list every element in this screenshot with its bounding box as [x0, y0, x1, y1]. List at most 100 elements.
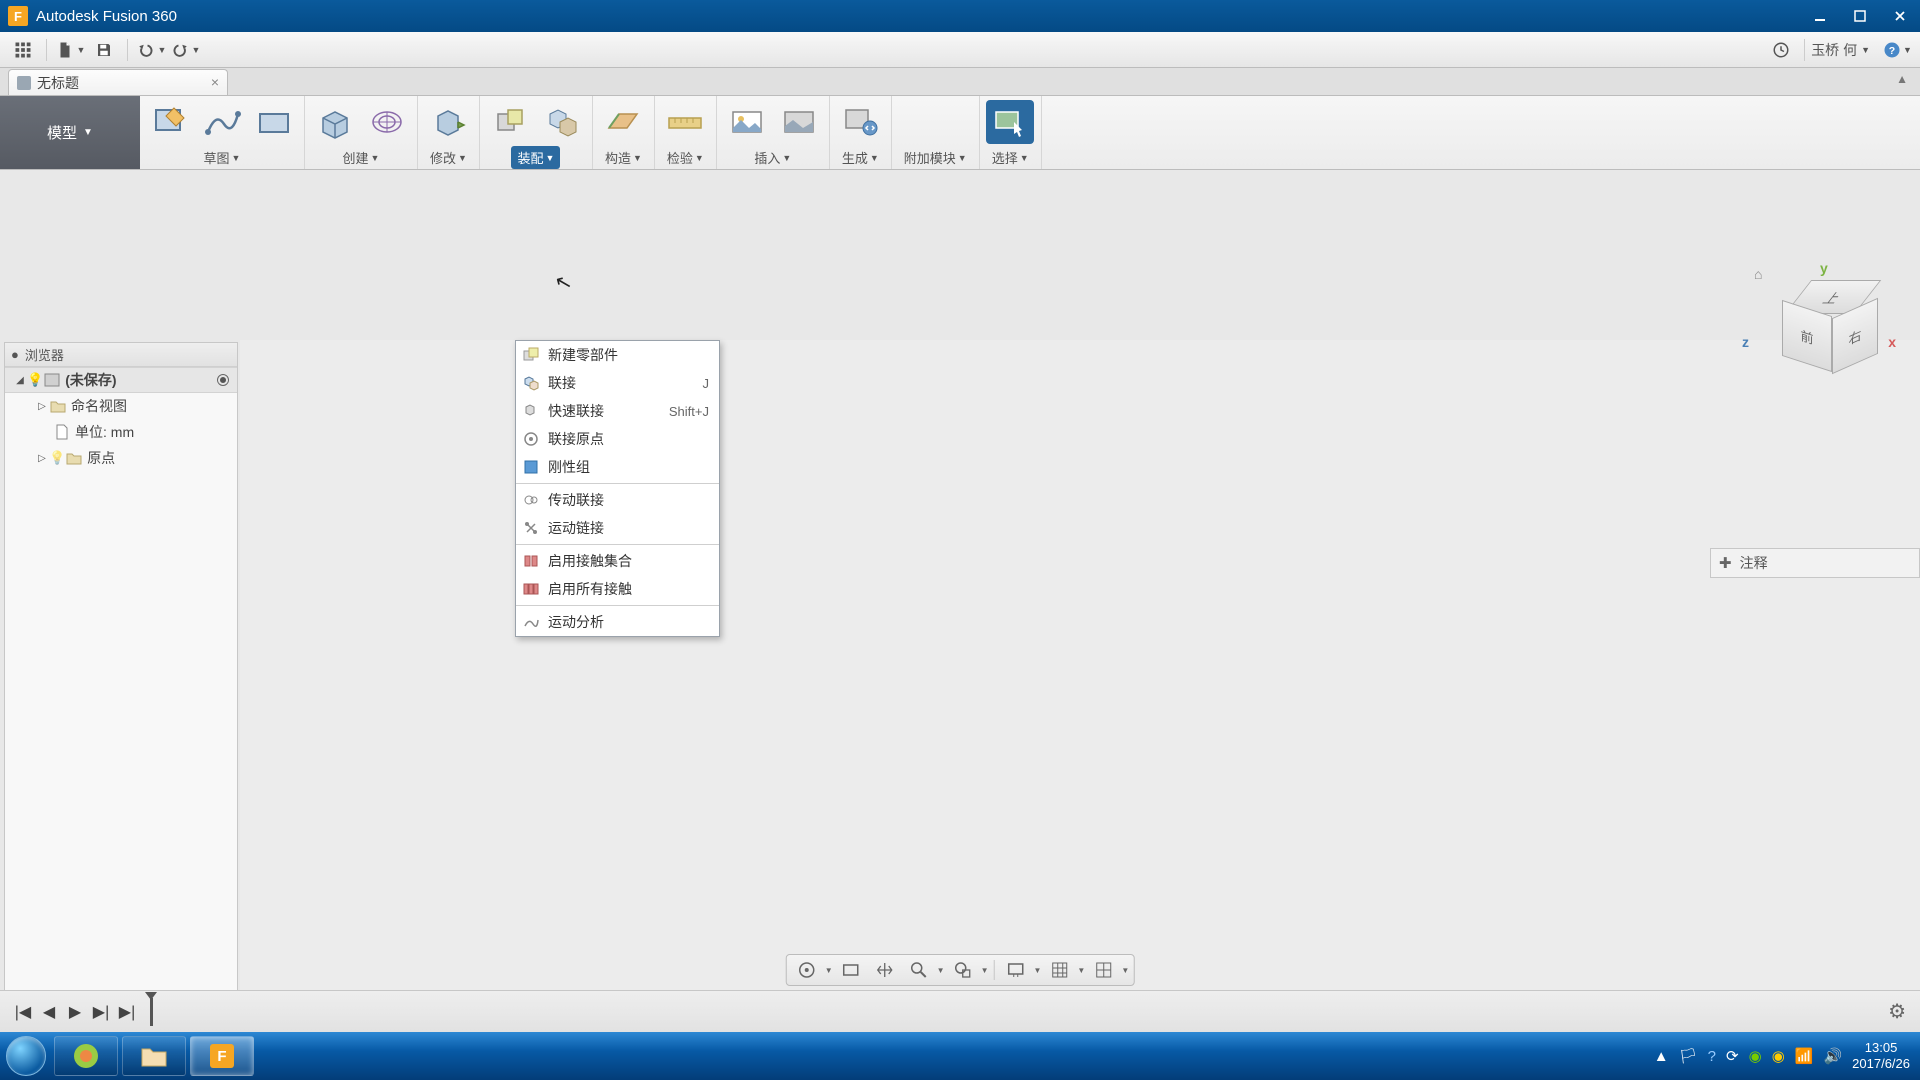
timeline-play-button[interactable]: ▶ — [62, 999, 88, 1025]
viewport-canvas[interactable] — [240, 340, 1920, 990]
tray-sync-icon[interactable]: ⟳ — [1726, 1047, 1739, 1065]
menu-item-joint-origin[interactable]: 联接原点 — [516, 425, 719, 453]
tray-action-center[interactable]: 🏳 — [1679, 1047, 1698, 1065]
tree-caret-icon[interactable]: ◢ — [13, 375, 27, 386]
zoom-button[interactable] — [903, 957, 935, 983]
browser-panel-header[interactable]: ● 浏览器 — [5, 343, 237, 367]
view-home-icon[interactable]: ⌂ — [1754, 266, 1762, 282]
3d-print-icon[interactable] — [836, 100, 884, 144]
fit-button[interactable] — [947, 957, 979, 983]
ribbon-label-inspect[interactable]: 检验▼ — [661, 146, 710, 169]
menu-item-contact-sets[interactable]: 启用接触集合 — [516, 547, 719, 575]
taskbar-explorer[interactable] — [122, 1036, 186, 1076]
sketch-rect-icon[interactable] — [250, 100, 298, 144]
measure-icon[interactable] — [661, 100, 709, 144]
revolve-icon[interactable] — [363, 100, 411, 144]
press-pull-icon[interactable] — [424, 100, 472, 144]
bulb-icon[interactable]: 💡 — [49, 450, 65, 466]
ribbon-label-create[interactable]: 创建▼ — [337, 146, 386, 169]
ribbon-label-insert[interactable]: 插入▼ — [748, 146, 797, 169]
menu-item-all-contact[interactable]: 启用所有接触 — [516, 575, 719, 603]
browser-row-units[interactable]: 单位: mm — [5, 419, 237, 445]
menu-item-new-component[interactable]: 新建零部件 — [516, 341, 719, 369]
tray-help-icon[interactable]: ? — [1708, 1048, 1716, 1065]
tray-network-icon[interactable]: 📶 — [1795, 1047, 1814, 1065]
job-status-button[interactable] — [1764, 36, 1798, 64]
tree-caret-icon[interactable]: ▷ — [35, 453, 49, 464]
add-comment-icon[interactable]: ✚ — [1719, 554, 1732, 572]
start-button[interactable] — [0, 1032, 52, 1080]
menu-item-drive-joint[interactable]: 传动联接 — [516, 486, 719, 514]
file-menu-button[interactable]: ▼ — [53, 36, 87, 64]
sketch-create-icon[interactable] — [146, 100, 194, 144]
extrude-icon[interactable] — [311, 100, 359, 144]
timeline-marker[interactable] — [150, 998, 153, 1026]
tree-caret-icon[interactable]: ▷ — [35, 401, 49, 412]
taskbar-fusion360[interactable]: F — [190, 1036, 254, 1076]
user-name-label[interactable]: 玉桥 何 — [1811, 40, 1857, 60]
document-tab[interactable]: 无标题 × — [8, 69, 228, 95]
new-component-icon[interactable] — [486, 100, 534, 144]
apps-grid-button[interactable] — [6, 36, 40, 64]
maximize-button[interactable] — [1840, 2, 1880, 30]
ribbon-label-sketch[interactable]: 草图▼ — [198, 146, 247, 169]
close-tab-button[interactable]: × — [211, 74, 219, 90]
timeline-prev-button[interactable]: ◀ — [36, 999, 62, 1025]
taskbar-app-1[interactable] — [54, 1036, 118, 1076]
menu-item-rigid-group[interactable]: 刚性组 — [516, 453, 719, 481]
separator — [46, 39, 47, 61]
pan-button[interactable] — [869, 957, 901, 983]
browser-row-origin[interactable]: ▷ 💡 原点 — [5, 445, 237, 471]
ribbon-label-select[interactable]: 选择▼ — [986, 146, 1035, 169]
help-button[interactable]: ? ▼ — [1880, 36, 1914, 64]
grid-button[interactable] — [1043, 957, 1075, 983]
viewport-layout-button[interactable] — [1087, 957, 1119, 983]
timeline-start-button[interactable]: |◀ — [10, 999, 36, 1025]
browser-row-views[interactable]: ▷ 命名视图 — [5, 393, 237, 419]
user-menu-caret[interactable]: ▼ — [1861, 45, 1870, 55]
folder-icon — [65, 450, 83, 466]
timeline-end-button[interactable]: ▶| — [114, 999, 140, 1025]
select-tool-icon[interactable] — [986, 100, 1034, 144]
ribbon-label-addins[interactable]: 附加模块▼ — [898, 146, 973, 169]
collapse-ribbon-button[interactable]: ▲ — [1896, 72, 1908, 86]
insert-image-icon[interactable] — [775, 100, 823, 144]
menu-item-as-built-joint[interactable]: 快速联接 Shift+J — [516, 397, 719, 425]
timeline-next-button[interactable]: ▶| — [88, 999, 114, 1025]
browser-root-row[interactable]: ◢ 💡 (未保存) — [5, 367, 237, 393]
display-mode-button[interactable] — [1000, 957, 1032, 983]
save-button[interactable] — [87, 36, 121, 64]
sketch-line-icon[interactable] — [198, 100, 246, 144]
contact-set-icon — [522, 552, 540, 570]
timeline-settings-button[interactable]: ⚙ — [1888, 999, 1906, 1024]
activate-radio[interactable] — [217, 374, 229, 386]
menu-item-motion-link[interactable]: 运动链接 — [516, 514, 719, 542]
tray-nvidia-icon[interactable]: ◉ — [1749, 1047, 1762, 1065]
tray-update-icon[interactable]: ◉ — [1772, 1047, 1785, 1065]
tray-show-hidden[interactable]: ▲ — [1654, 1048, 1669, 1065]
window-title: Autodesk Fusion 360 — [36, 8, 1800, 25]
ribbon-group-make: 生成▼ — [830, 96, 892, 169]
collapse-panel-icon[interactable]: ● — [11, 347, 19, 362]
joint-icon[interactable] — [538, 100, 586, 144]
ribbon-label-assemble[interactable]: 装配▼ — [511, 146, 560, 169]
tray-volume-icon[interactable]: 🔊 — [1823, 1047, 1842, 1065]
ribbon-label-modify[interactable]: 修改▼ — [424, 146, 473, 169]
ribbon-label-construct[interactable]: 构造▼ — [599, 146, 648, 169]
minimize-button[interactable] — [1800, 2, 1840, 30]
menu-item-motion-study[interactable]: 运动分析 — [516, 608, 719, 636]
look-at-button[interactable] — [835, 957, 867, 983]
workspace-selector[interactable]: 模型▼ — [0, 96, 140, 169]
insert-decal-icon[interactable] — [723, 100, 771, 144]
construct-plane-icon[interactable] — [599, 100, 647, 144]
comments-panel[interactable]: ✚ 注释 — [1710, 548, 1920, 578]
orbit-button[interactable] — [791, 957, 823, 983]
view-cube[interactable]: ⌂ y x z 上 前 右 — [1750, 266, 1890, 406]
redo-button[interactable]: ▼ — [168, 36, 202, 64]
close-button[interactable] — [1880, 2, 1920, 30]
menu-item-joint[interactable]: 联接 J — [516, 369, 719, 397]
bulb-icon[interactable]: 💡 — [27, 372, 43, 388]
undo-button[interactable]: ▼ — [134, 36, 168, 64]
ribbon-label-make[interactable]: 生成▼ — [836, 146, 885, 169]
tray-clock[interactable]: 13:05 2017/6/26 — [1852, 1040, 1910, 1071]
